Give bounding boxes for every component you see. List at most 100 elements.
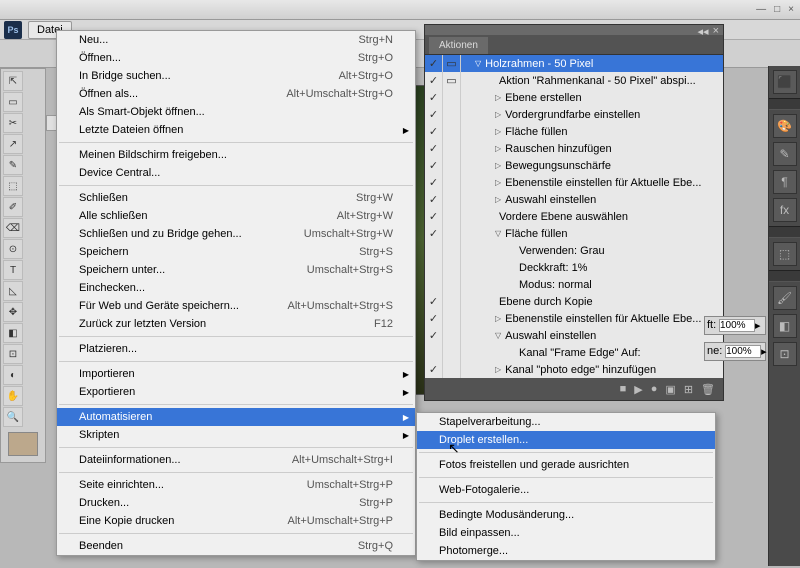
disclosure-icon[interactable]: ▷ bbox=[495, 161, 501, 170]
toggle-checkbox[interactable] bbox=[425, 242, 443, 259]
tool-button[interactable]: ✋ bbox=[3, 386, 23, 406]
menu-item[interactable]: Fotos freistellen und gerade ausrichten bbox=[417, 456, 715, 474]
panel-icon[interactable]: 🖌 bbox=[773, 286, 797, 310]
tool-button[interactable]: ⌫ bbox=[3, 218, 23, 238]
disclosure-icon[interactable]: ▷ bbox=[495, 178, 501, 187]
panel-collapse-icon[interactable]: ◂◂ bbox=[698, 25, 709, 35]
action-row[interactable]: ✓▷Fläche füllen bbox=[425, 123, 723, 140]
menu-item[interactable]: Schließen und zu Bridge gehen...Umschalt… bbox=[57, 225, 415, 243]
tool-button[interactable]: ✎ bbox=[3, 155, 23, 175]
toggle-checkbox[interactable]: ✓ bbox=[425, 55, 443, 72]
dialog-checkbox[interactable] bbox=[443, 123, 461, 140]
action-row[interactable]: ✓▷Ebenenstile einstellen für Aktuelle Eb… bbox=[425, 174, 723, 191]
toggle-checkbox[interactable]: ✓ bbox=[425, 89, 443, 106]
action-row[interactable]: ✓▭▽Holzrahmen - 50 Pixel bbox=[425, 55, 723, 72]
menu-item[interactable]: Exportieren▶ bbox=[57, 383, 415, 401]
menu-item[interactable]: Bedingte Modusänderung... bbox=[417, 506, 715, 524]
actions-footer-button[interactable]: 🗑 bbox=[701, 383, 715, 396]
menu-item[interactable]: Zurück zur letzten VersionF12 bbox=[57, 315, 415, 333]
disclosure-icon[interactable]: ▽ bbox=[475, 59, 481, 68]
toggle-checkbox[interactable]: ✓ bbox=[425, 123, 443, 140]
dialog-checkbox[interactable] bbox=[443, 293, 461, 310]
action-row[interactable]: Kanal "Frame Edge" Auf: bbox=[425, 344, 723, 361]
action-row[interactable]: ✓Vordere Ebene auswählen bbox=[425, 208, 723, 225]
minimize-icon[interactable]: — bbox=[756, 4, 766, 15]
tool-button[interactable]: ◐ bbox=[3, 365, 23, 385]
dialog-checkbox[interactable] bbox=[443, 259, 461, 276]
action-row[interactable]: ✓▷Bewegungsunschärfe bbox=[425, 157, 723, 174]
action-row[interactable]: ✓▷Ebenenstile einstellen für Aktuelle Eb… bbox=[425, 310, 723, 327]
dialog-checkbox[interactable]: ▭ bbox=[443, 72, 461, 89]
tool-button[interactable]: ✥ bbox=[3, 302, 23, 322]
disclosure-icon[interactable]: ▷ bbox=[495, 365, 501, 374]
menu-item[interactable]: In Bridge suchen...Alt+Strg+O bbox=[57, 67, 415, 85]
menu-item[interactable]: Drucken...Strg+P bbox=[57, 494, 415, 512]
toggle-checkbox[interactable]: ✓ bbox=[425, 140, 443, 157]
disclosure-icon[interactable]: ▽ bbox=[495, 229, 501, 238]
toggle-checkbox[interactable]: ✓ bbox=[425, 106, 443, 123]
dialog-checkbox[interactable] bbox=[443, 174, 461, 191]
action-row[interactable]: ✓▷Ebene erstellen bbox=[425, 89, 723, 106]
panel-icon[interactable]: ¶ bbox=[773, 170, 797, 194]
action-row[interactable]: Deckkraft: 1% bbox=[425, 259, 723, 276]
actions-footer-button[interactable]: ⊞ bbox=[684, 383, 693, 396]
fill-field[interactable]: ne: ▸ bbox=[704, 342, 766, 361]
toggle-checkbox[interactable]: ✓ bbox=[425, 361, 443, 378]
menu-item[interactable]: Neu...Strg+N bbox=[57, 31, 415, 49]
menu-item[interactable]: Droplet erstellen... bbox=[417, 431, 715, 449]
dialog-checkbox[interactable] bbox=[443, 327, 461, 344]
opacity-field[interactable]: ft: ▸ bbox=[704, 316, 766, 335]
tab-actions[interactable]: Aktionen bbox=[429, 37, 488, 54]
tool-button[interactable]: ⇱ bbox=[3, 71, 23, 91]
panel-icon[interactable]: fx bbox=[773, 198, 797, 222]
action-row[interactable]: ✓▷Auswahl einstellen bbox=[425, 191, 723, 208]
toggle-checkbox[interactable]: ✓ bbox=[425, 225, 443, 242]
tool-button[interactable]: ⊡ bbox=[3, 344, 23, 364]
panel-icon[interactable]: 🎨 bbox=[773, 114, 797, 138]
color-swatch[interactable] bbox=[8, 432, 38, 456]
toggle-checkbox[interactable]: ✓ bbox=[425, 72, 443, 89]
disclosure-icon[interactable]: ▷ bbox=[495, 144, 501, 153]
actions-footer-button[interactable]: ● bbox=[651, 383, 658, 395]
menu-item[interactable]: Web-Fotogalerie... bbox=[417, 481, 715, 499]
panel-icon[interactable]: ⬚ bbox=[773, 242, 797, 266]
panel-icon[interactable]: ⊡ bbox=[773, 342, 797, 366]
panel-close-icon[interactable]: × bbox=[713, 25, 719, 35]
dialog-checkbox[interactable] bbox=[443, 208, 461, 225]
tool-button[interactable]: ✐ bbox=[3, 197, 23, 217]
disclosure-icon[interactable]: ▷ bbox=[495, 195, 501, 204]
action-row[interactable]: Verwenden: Grau bbox=[425, 242, 723, 259]
actions-footer-button[interactable]: ▣ bbox=[665, 383, 675, 396]
action-row[interactable]: ✓Ebene durch Kopie bbox=[425, 293, 723, 310]
toggle-checkbox[interactable]: ✓ bbox=[425, 191, 443, 208]
dialog-checkbox[interactable]: ▭ bbox=[443, 55, 461, 72]
dialog-checkbox[interactable] bbox=[443, 344, 461, 361]
action-row[interactable]: ✓▷Kanal "photo edge" hinzufügen bbox=[425, 361, 723, 378]
dialog-checkbox[interactable] bbox=[443, 89, 461, 106]
menu-item[interactable]: Automatisieren▶ bbox=[57, 408, 415, 426]
tool-button[interactable]: T bbox=[3, 260, 23, 280]
tool-button[interactable]: ◺ bbox=[3, 281, 23, 301]
dialog-checkbox[interactable] bbox=[443, 225, 461, 242]
maximize-icon[interactable]: □ bbox=[774, 4, 780, 15]
dialog-checkbox[interactable] bbox=[443, 361, 461, 378]
menu-item[interactable]: Importieren▶ bbox=[57, 365, 415, 383]
actions-footer-button[interactable]: ■ bbox=[620, 383, 627, 395]
menu-item[interactable]: Speichern unter...Umschalt+Strg+S bbox=[57, 261, 415, 279]
toggle-checkbox[interactable] bbox=[425, 259, 443, 276]
dialog-checkbox[interactable] bbox=[443, 242, 461, 259]
menu-item[interactable]: Einchecken... bbox=[57, 279, 415, 297]
menu-item[interactable]: SpeichernStrg+S bbox=[57, 243, 415, 261]
toggle-checkbox[interactable] bbox=[425, 276, 443, 293]
dialog-checkbox[interactable] bbox=[443, 191, 461, 208]
menu-item[interactable]: SchließenStrg+W bbox=[57, 189, 415, 207]
dialog-checkbox[interactable] bbox=[443, 140, 461, 157]
tool-button[interactable]: ↗ bbox=[3, 134, 23, 154]
menu-item[interactable]: Eine Kopie druckenAlt+Umschalt+Strg+P bbox=[57, 512, 415, 530]
disclosure-icon[interactable]: ▷ bbox=[495, 110, 501, 119]
disclosure-icon[interactable]: ▷ bbox=[495, 314, 501, 323]
dialog-checkbox[interactable] bbox=[443, 157, 461, 174]
menu-item[interactable]: Device Central... bbox=[57, 164, 415, 182]
tool-button[interactable]: ◧ bbox=[3, 323, 23, 343]
menu-item[interactable]: Dateiinformationen...Alt+Umschalt+Strg+I bbox=[57, 451, 415, 469]
